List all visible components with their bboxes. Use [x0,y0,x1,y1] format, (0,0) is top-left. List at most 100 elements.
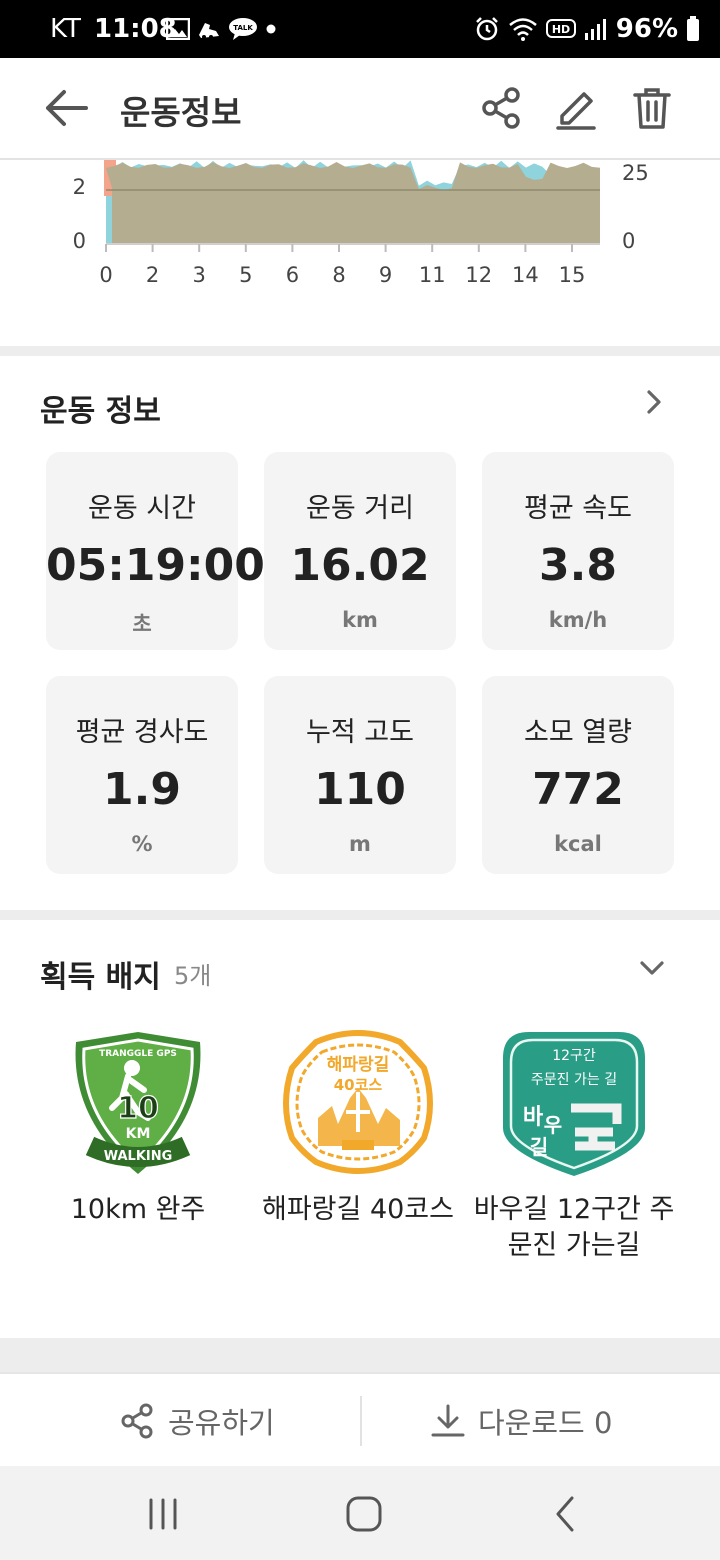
badge-art-text: WALKING [104,1149,173,1164]
stat-label: 누적 고도 [306,717,414,748]
image-icon [166,18,190,40]
left-axis-tick-label: 2 [73,175,86,199]
badge-art-text: 주문진 가는 길 [531,1072,617,1088]
action-bar: 공유하기 다운로드 0 [0,1372,720,1466]
x-axis-tick-label: 3 [193,263,206,287]
elevation-speed-chart: 2 0 25 0 0 2 3 5 6 8 9 11 12 14 15 [0,158,720,346]
wifi-icon [508,18,537,41]
alarm-icon [475,17,498,41]
badge-count: 5개 [174,962,212,990]
home-icon[interactable] [342,1492,386,1536]
notification-icons: TALK [166,16,278,42]
trash-icon[interactable] [630,86,674,130]
talk-icon: TALK [229,18,257,40]
x-axis-tick-label: 8 [332,263,345,287]
stat-unit: kcal [554,832,602,856]
stat-card: 평균 경사도 1.9 % [46,676,238,874]
section-title: 운동 정보 [40,394,161,429]
chart-svg: 202500 2 3 5 6 8 9 11 12 14 15 [73,158,649,287]
stat-unit: km/h [548,608,608,632]
left-axis-tick-label: 0 [73,229,86,253]
badge-art-text: 길 [530,1135,548,1159]
badge-art-text: 바 [523,1105,544,1130]
x-axis-tick-label: 0 [99,263,112,287]
chevron-down-icon[interactable] [638,954,666,982]
divider [360,1396,362,1446]
badge-name-line: 문진 가는길 [507,1230,641,1261]
badge-item[interactable]: 12구간 주문진 가는 길 바 우 길 바우길 12구간 주문진 가는길 [464,1028,684,1264]
stat-label: 운동 시간 [88,493,196,524]
stat-unit: m [349,832,371,856]
badge-art-text: 12구간 [552,1048,596,1064]
signal-icon [584,19,606,40]
badge-art-text: KM [126,1126,151,1142]
battery-percent: 96% [615,14,678,44]
stat-value: 16.02 [290,540,430,591]
download-icon [431,1404,465,1437]
stat-value: 110 [314,764,406,815]
stat-unit: % [131,832,153,856]
haeparang-stamp-icon: 해파랑길 40코스 [283,1030,433,1174]
status-bar: KT 11:08 TALK HD 96% [0,0,720,58]
carrier-label: KT [50,14,81,44]
badge-art-text: 10 [117,1091,159,1126]
stat-label: 평균 속도 [524,493,632,524]
battery-icon [687,16,699,41]
status-time: 11:08 [94,14,177,44]
stat-card: 운동 시간 05:19:00 초 [46,452,265,650]
badge-item[interactable]: TRANGGLE GPS 10 KM WALKING 10km 완주 [28,1028,248,1228]
share-icon [121,1403,153,1439]
stat-value: 1.9 [103,764,181,815]
page-title: 운동정보 [120,93,242,132]
system-nav-bar [0,1466,720,1560]
badge-name-line: 바우길 12구간 주 [473,1194,675,1225]
share-label: 공유하기 [168,1406,275,1440]
back-arrow-icon[interactable] [44,88,90,128]
stat-label: 운동 거리 [306,493,414,524]
stat-value: 05:19:00 [46,540,265,591]
stat-card: 누적 고도 110 m [264,676,456,874]
stat-card: 소모 열량 772 kcal [482,676,674,874]
badge-name: 바우길 12구간 주문진 가는길 [464,1192,684,1264]
x-axis-tick-label: 6 [286,263,299,287]
stat-card: 운동 거리 16.02 km [264,452,456,650]
recent-apps-icon[interactable] [141,1492,185,1536]
x-axis-tick-label: 9 [379,263,392,287]
nav-back-icon[interactable] [544,1492,588,1536]
svg-text:TALK: TALK [233,24,253,32]
right-axis-tick-label: 0 [622,229,635,253]
download-action-button[interactable]: 다운로드 0 [430,1398,612,1444]
status-right-icons: HD 96% [474,14,700,44]
stat-unit: 초 [132,612,152,636]
badges-title: 획득 배지 [40,960,161,995]
hd-icon: HD [545,19,576,38]
badge-name: 10km 완주 [70,1194,206,1225]
stat-label: 소모 열량 [524,717,632,748]
share-action-button[interactable]: 공유하기 [120,1398,275,1444]
x-axis-tick-label: 15 [559,263,586,287]
chevron-right-icon[interactable] [640,388,668,416]
x-axis-tick-label: 2 [146,263,159,287]
x-axis-tick-label: 12 [465,263,492,287]
edit-icon[interactable] [554,86,598,130]
app-bar: 운동정보 [0,58,720,160]
dot-icon [266,24,276,34]
badge-name: 해파랑길 40코스 [262,1194,454,1225]
download-label: 다운로드 0 [478,1406,613,1440]
x-axis-tick-label: 14 [512,263,539,287]
stat-value: 772 [532,764,624,815]
badges-card: 획득 배지 5개 TRANGGLE GPS 10 KM WALKING 10km… [0,920,720,1338]
right-axis-tick-label: 25 [622,161,649,185]
svg-text:HD: HD [552,23,570,36]
stat-label: 평균 경사도 [75,717,209,748]
stat-unit: km [342,608,378,632]
walking-10km-badge-icon: TRANGGLE GPS 10 KM WALKING [75,1032,201,1174]
stat-value: 3.8 [539,540,617,591]
running-shoe-icon [199,23,219,39]
stat-card: 평균 속도 3.8 km/h [482,452,674,650]
badge-art-text: 우 [544,1113,562,1137]
workout-info-card: 운동 정보 운동 시간 05:19:00 초 운동 거리 16.02 km 평균… [0,356,720,910]
share-icon[interactable] [480,86,524,130]
badge-item[interactable]: 해파랑길 40코스 해파랑길 40코스 [248,1028,468,1228]
x-axis-tick-label: 5 [239,263,252,287]
